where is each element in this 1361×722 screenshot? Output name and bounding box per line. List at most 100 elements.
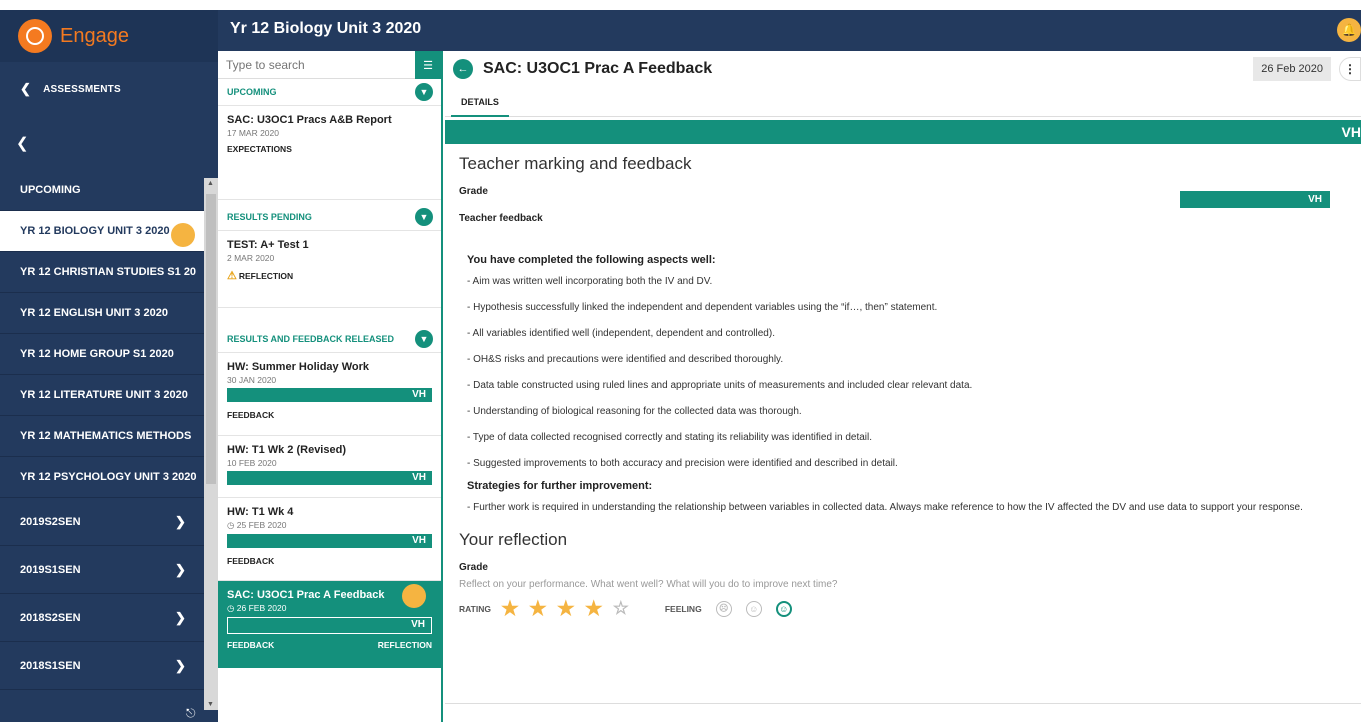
grade-bar: VH: [227, 471, 432, 485]
list-item[interactable]: HW: T1 Wk 2 (Revised) 10 FEB 2020 VH: [218, 435, 441, 497]
feedback-item: - Data table constructed using ruled lin…: [467, 380, 973, 391]
feedback-item: - OH&S risks and precautions were identi…: [467, 354, 784, 365]
sidebar-item-christian-studies[interactable]: YR 12 CHRISTIAN STUDIES S1 20: [0, 252, 218, 293]
sidebar-item-english[interactable]: YR 12 ENGLISH UNIT 3 2020: [0, 293, 218, 334]
assessments-back-button[interactable]: ❮ ASSESSMENTS: [0, 62, 218, 116]
sidebar-scrollbar[interactable]: ▲ ▼: [204, 178, 218, 710]
feeling-label: FEELING: [664, 603, 702, 614]
feedback-item: - Suggested improvements to both accurac…: [467, 458, 898, 469]
sidebar-item-label: YR 12 LITERATURE UNIT 3 2020: [20, 389, 188, 401]
sidebar-item-2018s2sen[interactable]: 2018S2SEN ❯: [0, 594, 218, 642]
section-heading: Teacher marking and feedback: [459, 154, 692, 173]
sidebar-item-label: UPCOMING: [20, 184, 81, 196]
section-results-released[interactable]: RESULTS AND FEEDBACK RELEASED ▼: [218, 326, 441, 352]
sidebar-item-upcoming[interactable]: UPCOMING: [0, 170, 218, 211]
star-icon[interactable]: ★: [529, 596, 547, 621]
list-item[interactable]: HW: T1 Wk 4 ◷ 25 FEB 2020 VH FEEDBACK: [218, 497, 441, 580]
task-tag: FEEDBACK: [227, 556, 275, 566]
feedback-item: - Type of data collected recognised corr…: [467, 432, 873, 443]
chevron-right-icon: ❯: [175, 657, 186, 673]
sidebar-item-label: 2018S1SEN: [20, 659, 81, 672]
back-arrow-icon[interactable]: ←: [453, 59, 473, 79]
app-root: Engage ❮ ASSESSMENTS ❮ UPCOMING YR 12 BI…: [0, 0, 1361, 722]
rating-label: RATING: [459, 603, 491, 614]
chevron-right-icon: ❯: [175, 513, 186, 529]
sidebar-item-label: YR 12 CHRISTIAN STUDIES S1 20: [20, 266, 197, 278]
chevron-down-icon[interactable]: ▼: [415, 208, 433, 226]
filter-icon[interactable]: ☰: [415, 51, 441, 79]
assessments-label: ASSESSMENTS: [43, 83, 121, 95]
search-bar: ☰: [218, 51, 441, 79]
list-item[interactable]: SAC: U3OC1 Pracs A&B Report 17 MAR 2020 …: [218, 105, 441, 200]
cursor-highlight-dot: [402, 584, 426, 608]
divider: [445, 703, 1361, 704]
sidebar-item-label: YR 12 ENGLISH UNIT 3 2020: [20, 307, 168, 319]
app-logo[interactable]: Engage: [0, 10, 218, 62]
detail-title: SAC: U3OC1 Prac A Feedback: [483, 60, 713, 77]
task-tag: EXPECTATIONS: [227, 144, 292, 154]
sidebar-item-2019s1sen[interactable]: 2019S1SEN ❯: [0, 546, 218, 594]
chevron-down-icon[interactable]: ▼: [415, 330, 433, 348]
reflection-input[interactable]: Reflect on your performance. What went w…: [459, 579, 1361, 590]
reflection-tag[interactable]: REFLECTION: [378, 640, 432, 650]
clock-icon: ◷: [227, 603, 235, 613]
sidebar-item-home-group[interactable]: YR 12 HOME GROUP S1 2020: [0, 334, 218, 375]
neutral-face-icon[interactable]: ☺: [745, 600, 762, 617]
task-date: ◷ 25 FEB 2020: [227, 520, 432, 531]
chevron-down-icon[interactable]: ▼: [415, 83, 433, 101]
top-strip: [0, 0, 1361, 10]
sidebar-item-label: 2019S2SEN: [20, 515, 81, 528]
grade-strip: VH: [445, 120, 1361, 144]
sidebar-back-button[interactable]: ❮: [0, 116, 218, 170]
grade-bar: VH: [227, 534, 432, 548]
star-icon[interactable]: ★: [501, 596, 519, 621]
feedback-body: You have completed the following aspects…: [459, 254, 1361, 514]
task-date: ◷ 26 FEB 2020: [227, 603, 432, 614]
task-tag: FEEDBACK: [227, 410, 275, 420]
happy-face-icon[interactable]: ☺: [775, 600, 792, 617]
sidebar-item-literature[interactable]: YR 12 LITERATURE UNIT 3 2020: [0, 375, 218, 416]
rating-row: RATING ★ ★ ★ ★ ☆ FEELING ☹ ☺ ☺: [459, 596, 1361, 621]
task-title: TEST: A+ Test 1: [227, 239, 309, 251]
task-title: HW: Summer Holiday Work: [227, 361, 370, 373]
task-tags: FEEDBACK REFLECTION: [227, 640, 432, 650]
feedback-heading: You have completed the following aspects…: [467, 254, 716, 266]
task-title: HW: T1 Wk 2 (Revised): [227, 444, 346, 456]
sidebar-item-2019s2sen[interactable]: 2019S2SEN ❯: [0, 498, 218, 546]
task-date: 30 JAN 2020: [227, 375, 277, 385]
task-date: 17 MAR 2020: [227, 128, 279, 138]
task-title: SAC: U3OC1 Pracs A&B Report: [227, 114, 392, 126]
reflection-grade-label: Grade: [459, 562, 488, 573]
grade-bar: VH: [227, 617, 432, 634]
section-upcoming[interactable]: UPCOMING ▼: [218, 79, 441, 105]
notification-bell-icon[interactable]: 🔔: [1337, 18, 1361, 42]
search-input[interactable]: [218, 51, 413, 78]
section-results-pending[interactable]: RESULTS PENDING ▼: [218, 204, 441, 230]
task-date: 10 FEB 2020: [227, 458, 277, 468]
header-bar: Yr 12 Biology Unit 3 2020 🔔: [218, 10, 1361, 51]
scroll-down-icon[interactable]: ▼: [207, 701, 214, 708]
tab-bar: DETAILS: [445, 87, 1361, 117]
sad-face-icon[interactable]: ☹: [715, 600, 732, 617]
scroll-up-icon[interactable]: ▲: [207, 180, 214, 187]
chevron-right-icon: ❯: [175, 561, 186, 577]
logout-icon[interactable]: ⎋: [186, 706, 200, 720]
page-title: Yr 12 Biology Unit 3 2020: [230, 20, 422, 37]
star-icon[interactable]: ★: [585, 596, 603, 621]
star-empty-icon[interactable]: ☆: [613, 598, 629, 619]
task-date-text: 26 FEB 2020: [236, 603, 287, 613]
star-icon[interactable]: ★: [557, 596, 575, 621]
sidebar-item-2018s1sen[interactable]: 2018S1SEN ❯: [0, 642, 218, 690]
scrollbar-thumb[interactable]: [206, 194, 216, 484]
sidebar-item-mathematics[interactable]: YR 12 MATHEMATICS METHODS: [0, 416, 218, 457]
task-date: 2 MAR 2020: [227, 253, 275, 263]
detail-panel: ← SAC: U3OC1 Prac A Feedback 26 Feb 2020…: [445, 51, 1361, 722]
more-options-icon[interactable]: ⋮: [1339, 57, 1361, 81]
clock-icon: ◷: [227, 520, 235, 530]
feedback-tag[interactable]: FEEDBACK: [227, 640, 274, 650]
list-item[interactable]: HW: Summer Holiday Work 30 JAN 2020 VH F…: [218, 352, 441, 435]
sidebar-item-psychology[interactable]: YR 12 PSYCHOLOGY UNIT 3 2020: [0, 457, 218, 498]
tab-details[interactable]: DETAILS: [451, 87, 509, 117]
chevron-left-icon: ❮: [20, 81, 32, 96]
list-item[interactable]: TEST: A+ Test 1 2 MAR 2020 ⚠ REFLECTION: [218, 230, 441, 308]
